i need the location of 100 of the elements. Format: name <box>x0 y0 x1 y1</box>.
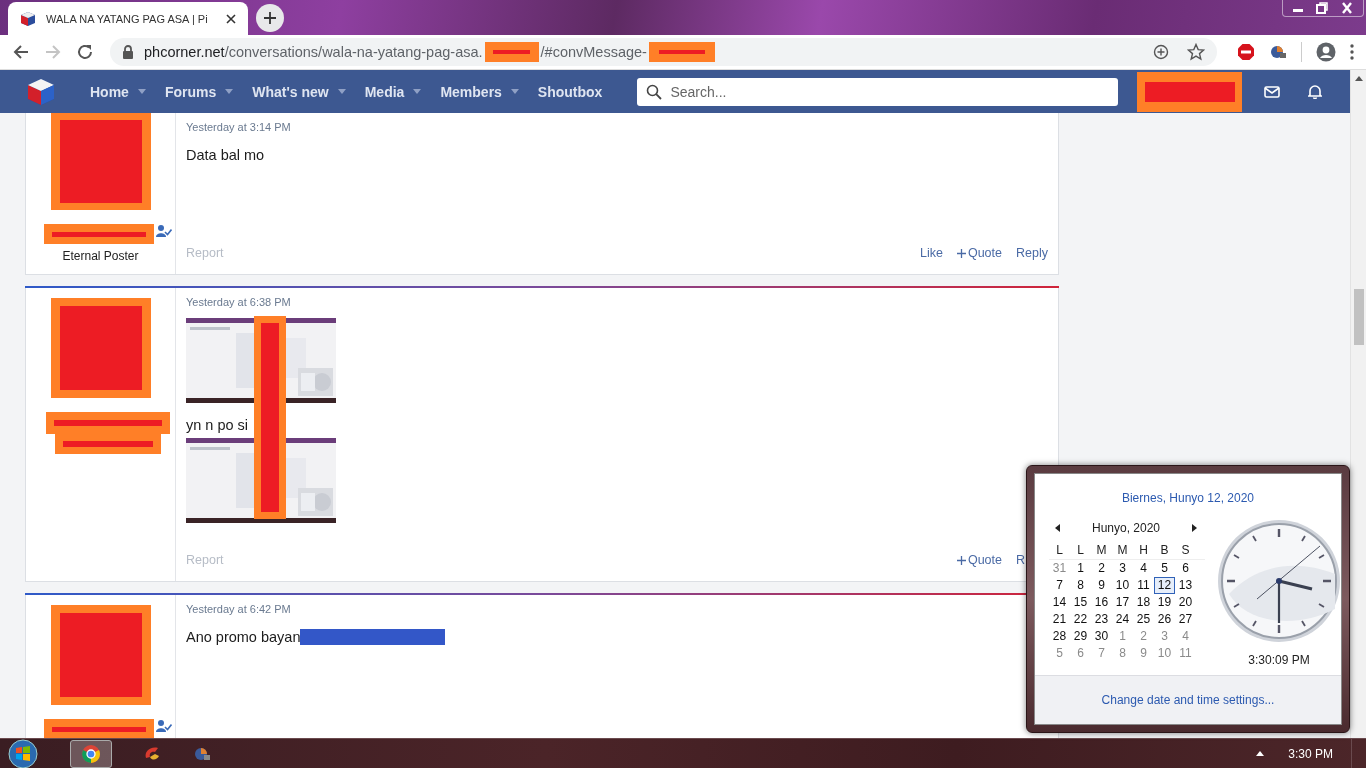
browser-tab[interactable]: WALA NA YATANG PAG ASA | Pi <box>8 2 248 35</box>
weekday-label: B <box>1159 543 1170 558</box>
weekday-label: H <box>1138 543 1149 558</box>
scroll-thumb[interactable] <box>1353 289 1364 345</box>
plus-icon <box>956 248 966 258</box>
calendar-day[interactable]: 5 <box>1154 560 1175 577</box>
quote-link[interactable]: Quote <box>956 246 1002 260</box>
lock-icon <box>122 45 134 59</box>
message-text: yn n po si <box>186 417 249 433</box>
calendar-day[interactable]: 6 <box>1175 560 1196 577</box>
calendar-day[interactable]: 29 <box>1070 628 1091 645</box>
calendar-day[interactable]: 17 <box>1112 594 1133 611</box>
nav-link[interactable]: Members <box>440 83 519 100</box>
calendar-day[interactable]: 2 <box>1133 628 1154 645</box>
calendar-day[interactable]: 10 <box>1112 577 1133 594</box>
user-title: Eternal Poster <box>62 249 139 263</box>
calendar-day[interactable]: 13 <box>1175 577 1196 594</box>
stop-sign-icon[interactable] <box>1237 43 1255 61</box>
search-icon <box>646 83 663 100</box>
calendar-day[interactable]: 10 <box>1154 645 1175 662</box>
menu-icon[interactable] <box>1350 44 1354 60</box>
calendar-day[interactable]: 3 <box>1154 628 1175 645</box>
star-icon[interactable] <box>1187 43 1205 61</box>
bell-icon[interactable] <box>1308 84 1323 99</box>
calendar-day[interactable]: 15 <box>1070 594 1091 611</box>
calendar-day[interactable]: 5 <box>1049 645 1070 662</box>
maximize-icon[interactable] <box>1315 1 1329 15</box>
quote-link[interactable]: Quote <box>956 553 1002 567</box>
calendar-day[interactable]: 30 <box>1091 628 1112 645</box>
nav-link[interactable]: What's new <box>252 83 346 100</box>
reload-icon[interactable] <box>76 43 94 61</box>
calendar-day[interactable]: 20 <box>1175 594 1196 611</box>
calendar-day[interactable]: 16 <box>1091 594 1112 611</box>
back-icon[interactable] <box>12 43 30 61</box>
url-path: /conversations/wala-na-yatang-pag-asa. <box>224 44 483 60</box>
calendar-day[interactable]: 8 <box>1112 645 1133 662</box>
calendar-day[interactable]: 9 <box>1091 577 1112 594</box>
clock-time: 3:30:09 PM <box>1248 653 1310 667</box>
previous-month-icon[interactable] <box>1055 524 1060 532</box>
url-host: phcorner.net <box>144 44 225 60</box>
calendar-day[interactable]: 1 <box>1070 560 1091 577</box>
close-icon[interactable] <box>1339 1 1355 15</box>
nav-link[interactable]: Forums <box>164 83 234 100</box>
scroll-up-icon[interactable] <box>1354 76 1363 81</box>
calendar-day[interactable]: 23 <box>1091 611 1112 628</box>
calendar-day[interactable]: 8 <box>1070 577 1091 594</box>
redaction-mark <box>484 42 539 62</box>
new-tab-button[interactable] <box>256 4 284 32</box>
calendar-day[interactable]: 22 <box>1070 611 1091 628</box>
calendar-day[interactable]: 27 <box>1175 611 1196 628</box>
calendar-day[interactable]: 21 <box>1049 611 1070 628</box>
message-time[interactable]: Yesterday at 3:14 PM <box>186 121 1048 133</box>
calendar-day[interactable]: 7 <box>1049 577 1070 594</box>
month-title[interactable]: Hunyo, 2020 <box>1091 521 1161 535</box>
zoom-icon[interactable] <box>1153 44 1169 60</box>
calendar-day[interactable]: 25 <box>1133 611 1154 628</box>
message-time[interactable]: Yesterday at 6:38 PM <box>186 296 1048 308</box>
calendar-day[interactable]: 6 <box>1070 645 1091 662</box>
tray-expand-icon[interactable] <box>1256 751 1265 756</box>
weekday-label: L <box>1076 543 1085 558</box>
calendar-day[interactable]: 18 <box>1133 594 1154 611</box>
redaction-mark <box>648 42 715 62</box>
calendar-day[interactable]: 3 <box>1112 560 1133 577</box>
calendar-day[interactable]: 12 <box>1154 577 1175 594</box>
calendar-day[interactable]: 11 <box>1133 577 1154 594</box>
nav-link[interactable]: Home <box>90 83 146 100</box>
taskbar-button[interactable] <box>70 739 112 768</box>
mail-icon[interactable] <box>1264 85 1281 98</box>
url-path: /#convMessage- <box>540 44 647 60</box>
search-field[interactable]: Search... <box>637 77 1119 106</box>
taskbar-clock[interactable]: 3:30 PM <box>1288 746 1333 761</box>
plus-icon <box>956 555 966 565</box>
weekday-label: S <box>1180 543 1191 558</box>
calendar-day[interactable]: 26 <box>1154 611 1175 628</box>
close-icon[interactable] <box>226 13 236 24</box>
calendar-day[interactable]: 19 <box>1154 594 1175 611</box>
date-link[interactable]: Biernes, Hunyo 12, 2020 <box>1121 491 1255 505</box>
settings-link[interactable]: Change date and time settings... <box>1101 693 1275 707</box>
address-bar[interactable]: phcorner.net/conversations/wala-na-yatang-pag-asa. /#convMessage- <box>110 38 1217 66</box>
browser-icon <box>81 743 101 764</box>
nav-link[interactable]: Media <box>364 83 422 100</box>
calendar-day[interactable]: 24 <box>1112 611 1133 628</box>
weekday-label: M <box>1116 543 1129 558</box>
extension-icon[interactable] <box>1269 43 1287 61</box>
calendar-day[interactable]: 4 <box>1133 560 1154 577</box>
start-button[interactable] <box>6 738 40 768</box>
calendar-day[interactable]: 2 <box>1091 560 1112 577</box>
cube-icon <box>20 10 36 27</box>
reply-link[interactable]: Reply <box>1016 246 1048 260</box>
calendar-day[interactable]: 14 <box>1049 594 1070 611</box>
cube-logo[interactable] <box>26 76 56 107</box>
calendar-day[interactable]: 9 <box>1133 645 1154 662</box>
scrollbar[interactable] <box>1350 70 1366 738</box>
profile-icon[interactable] <box>1316 42 1336 62</box>
plus-icon <box>263 11 277 25</box>
message-text: Ano promo bayan <box>186 629 301 645</box>
calendar-day[interactable]: 28 <box>1049 628 1070 645</box>
next-month-icon[interactable] <box>1192 524 1197 532</box>
like-link[interactable]: Like <box>920 246 943 260</box>
nav-link[interactable]: Shoutbox <box>537 83 603 100</box>
